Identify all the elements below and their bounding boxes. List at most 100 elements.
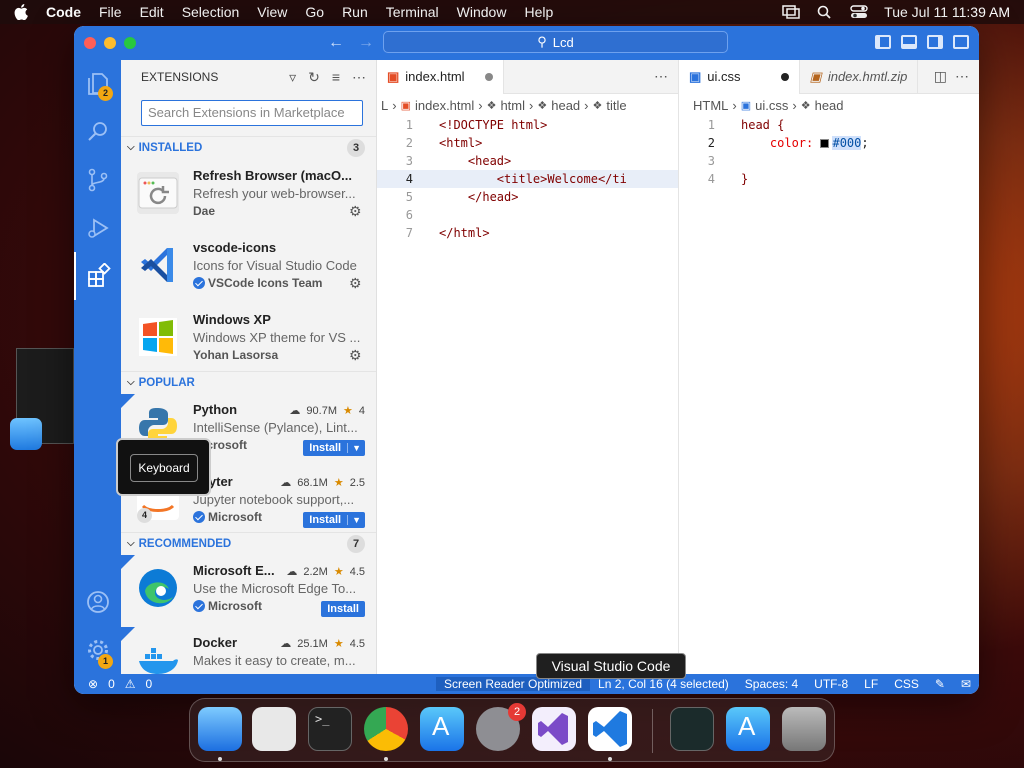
toggle-primary-sidebar-icon[interactable] xyxy=(875,35,891,49)
run-debug-icon[interactable] xyxy=(74,204,121,252)
accounts-icon[interactable] xyxy=(74,578,121,626)
breadcrumb-item[interactable]: head xyxy=(815,98,844,113)
chevron-down-icon[interactable]: ▼ xyxy=(347,515,365,525)
chrome-icon[interactable] xyxy=(364,707,408,751)
extension-publisher: VSCode Icons Team xyxy=(208,276,323,290)
gear-icon[interactable]: ⚙ xyxy=(349,204,363,218)
apple-icon[interactable] xyxy=(14,4,28,21)
navigation-arrows: ← → xyxy=(328,34,374,52)
corner-badge-icon xyxy=(121,627,135,641)
breadcrumb-item[interactable]: L xyxy=(381,98,388,113)
extensions-search-input[interactable]: Search Extensions in Marketplace xyxy=(141,100,363,126)
install-button[interactable]: Install xyxy=(321,601,365,617)
filter-icon[interactable]: ▿ xyxy=(289,69,296,86)
color-swatch-icon[interactable] xyxy=(820,138,830,148)
menu-edit[interactable]: Edit xyxy=(140,4,164,20)
menubar-clock[interactable]: Tue Jul 11 11:39 AM xyxy=(884,4,1010,20)
extension-item-docker[interactable]: Docker ☁ 25.1M ★ 4.5 Makes it easy to creat… xyxy=(121,627,376,674)
toggle-panel-icon[interactable] xyxy=(901,35,917,49)
breadcrumb: HTML › ▣ ui.css › ❖ head xyxy=(693,97,844,113)
menu-help[interactable]: Help xyxy=(524,4,553,20)
menu-selection[interactable]: Selection xyxy=(182,4,240,20)
screen-mirroring-icon[interactable] xyxy=(782,5,800,19)
install-button[interactable]: Install ▼ xyxy=(303,440,365,456)
control-center-icon[interactable] xyxy=(850,5,868,19)
clear-icon[interactable]: ≡ xyxy=(332,69,340,86)
tab-ui-css[interactable]: ▣ ui.css xyxy=(679,59,800,94)
menu-run[interactable]: Run xyxy=(342,4,368,20)
unsaved-dot-icon[interactable] xyxy=(484,72,493,81)
screen-reader-mode[interactable]: Screen Reader Optimized xyxy=(435,677,591,691)
terminal-icon[interactable]: >_ xyxy=(308,707,352,751)
chevron-down-icon[interactable]: ▼ xyxy=(347,443,365,453)
trash-icon[interactable] xyxy=(782,707,826,751)
extension-item-microsoft-edge[interactable]: Microsoft E... ☁ 2.2M ★ 4.5 Use the Microso… xyxy=(121,555,376,627)
command-center[interactable]: ⚲ Lcd xyxy=(383,31,728,53)
encoding[interactable]: UTF-8 xyxy=(806,677,856,691)
extensions-icon[interactable] xyxy=(74,252,121,300)
notifications-icon[interactable]: ✉ xyxy=(953,677,979,691)
app-store-icon[interactable]: A xyxy=(420,707,464,751)
install-button[interactable]: Install ▼ xyxy=(303,512,365,528)
unsaved-dot-icon[interactable] xyxy=(780,72,789,81)
tab-index-html[interactable]: ▣ index.html xyxy=(377,59,504,94)
downloads-icon: ☁ xyxy=(286,566,298,578)
customize-layout-icon[interactable] xyxy=(953,35,969,49)
gear-icon[interactable]: ⚙ xyxy=(349,348,363,362)
breadcrumb-item[interactable]: html xyxy=(500,98,525,113)
recommended-section-header[interactable]: ⌵ RECOMMENDED 7 xyxy=(121,532,376,554)
installed-section-header[interactable]: ⌵ INSTALLED 3 xyxy=(121,136,376,158)
menu-file[interactable]: File xyxy=(99,4,122,20)
breadcrumb-item[interactable]: ui.css xyxy=(755,98,788,113)
breadcrumb-item[interactable]: HTML xyxy=(693,98,728,113)
breadcrumb-item[interactable]: title xyxy=(606,98,626,113)
more-actions-icon[interactable]: ⋯ xyxy=(654,68,668,85)
mission-control-icon[interactable] xyxy=(252,707,296,751)
spotlight-search-icon[interactable] xyxy=(816,5,834,19)
finder-icon[interactable] xyxy=(10,418,42,450)
source-control-icon[interactable] xyxy=(74,156,121,204)
finder-icon[interactable] xyxy=(198,707,242,751)
code-editor-css[interactable]: 1 head { 2 color: #000; 3 4} xyxy=(679,116,979,188)
menu-window[interactable]: Window xyxy=(457,4,507,20)
menu-terminal[interactable]: Terminal xyxy=(386,4,439,20)
manage-gear-icon[interactable]: 1 xyxy=(74,626,121,674)
extension-item-refresh-browser[interactable]: Refresh Browser (macO... Refresh your we… xyxy=(121,160,376,232)
tab-index-hmtl-zip[interactable]: ▣ index.hmtl.zip xyxy=(800,59,919,94)
feedback-icon[interactable]: ✎ xyxy=(927,677,953,691)
extension-item-windows-xp[interactable]: Windows XP Windows XP theme for VS ... Y… xyxy=(121,304,376,376)
cursor-position[interactable]: Ln 2, Col 16 (4 selected) xyxy=(590,677,737,691)
problems-indicator[interactable]: ⊗ 0 ⚠ 0 xyxy=(74,677,152,691)
minimize-window-button[interactable] xyxy=(104,37,116,49)
close-window-button[interactable] xyxy=(84,37,96,49)
visual-studio-icon[interactable] xyxy=(532,707,576,751)
zoom-window-button[interactable] xyxy=(124,37,136,49)
end-of-line[interactable]: LF xyxy=(856,677,886,691)
vscode-icon[interactable] xyxy=(588,707,632,751)
refresh-icon[interactable]: ↻ xyxy=(308,69,320,86)
breadcrumb-item[interactable]: index.html xyxy=(415,98,474,113)
more-actions-icon[interactable]: ⋯ xyxy=(955,68,969,85)
menu-code[interactable]: Code xyxy=(46,4,81,20)
search-icon[interactable] xyxy=(74,108,121,156)
app-store-icon[interactable]: A xyxy=(726,707,770,751)
extension-item-vscode-icons[interactable]: vscode-icons Icons for Visual Studio Cod… xyxy=(121,232,376,304)
popular-section-header[interactable]: ⌵ POPULAR xyxy=(121,371,376,393)
language-mode[interactable]: CSS xyxy=(886,677,927,691)
toggle-secondary-sidebar-icon[interactable] xyxy=(927,35,943,49)
split-editor-icon[interactable]: ◫ xyxy=(934,68,947,85)
more-actions-icon[interactable]: ⋯ xyxy=(352,69,366,86)
keyboard-tooltip: Keyboard xyxy=(116,438,211,496)
indentation[interactable]: Spaces: 4 xyxy=(737,677,806,691)
code-editor-html[interactable]: 1 <!DOCTYPE html> 2 <html> 3 <head> 4 <tit… xyxy=(377,116,678,242)
explorer-icon[interactable]: 2 xyxy=(74,60,121,108)
back-arrow-icon[interactable]: ← xyxy=(328,34,344,52)
forward-arrow-icon[interactable]: → xyxy=(358,34,374,52)
vscode-icons-icon xyxy=(137,244,179,286)
gear-icon[interactable]: ⚙ xyxy=(349,276,363,290)
breadcrumb-item[interactable]: head xyxy=(551,98,580,113)
menu-go[interactable]: Go xyxy=(305,4,324,20)
activity-monitor-icon[interactable] xyxy=(670,707,714,751)
extensions-sidebar: EXTENSIONS ▿ ↻ ≡ ⋯ Search Extensions in … xyxy=(121,60,377,674)
menu-view[interactable]: View xyxy=(257,4,287,20)
